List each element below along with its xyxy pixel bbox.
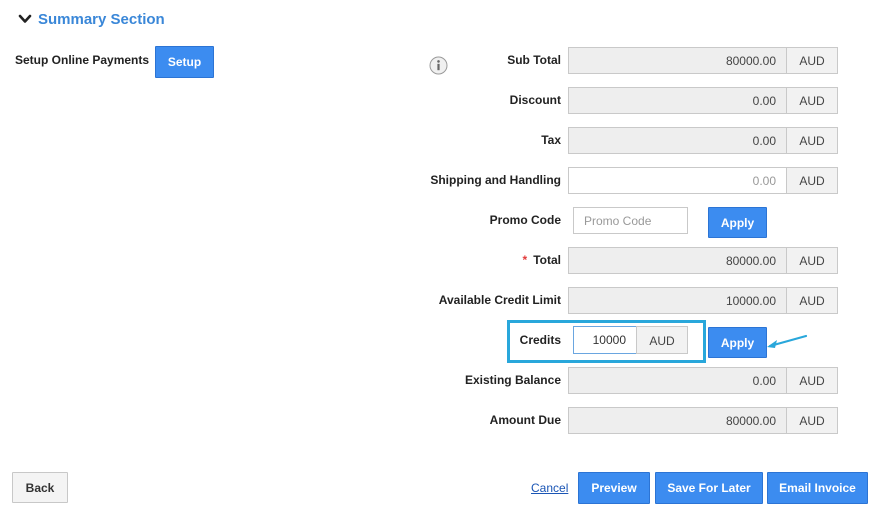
total-field: 80000.00 bbox=[568, 247, 787, 274]
tax-label: Tax bbox=[541, 133, 561, 147]
email-invoice-button[interactable]: Email Invoice bbox=[767, 472, 868, 504]
credit-limit-currency: AUD bbox=[786, 287, 838, 314]
existing-balance-currency: AUD bbox=[786, 367, 838, 394]
shipping-input[interactable]: 0.00 bbox=[568, 167, 787, 194]
summary-section-header[interactable]: Summary Section bbox=[18, 9, 165, 29]
promo-code-label: Promo Code bbox=[489, 213, 561, 227]
credit-limit-field: 10000.00 bbox=[568, 287, 787, 314]
amount-due-label: Amount Due bbox=[489, 413, 561, 427]
sub-total-label: Sub Total bbox=[507, 53, 561, 67]
apply-credits-button[interactable]: Apply bbox=[708, 327, 767, 358]
credits-label: Credits bbox=[519, 333, 561, 347]
apply-promo-button[interactable]: Apply bbox=[708, 207, 767, 238]
sub-total-currency: AUD bbox=[786, 47, 838, 74]
discount-currency: AUD bbox=[786, 87, 838, 114]
save-for-later-button[interactable]: Save For Later bbox=[655, 472, 763, 504]
amount-due-field: 80000.00 bbox=[568, 407, 787, 434]
chevron-down-icon[interactable] bbox=[18, 12, 32, 26]
discount-field: 0.00 bbox=[568, 87, 787, 114]
existing-balance-field: 0.00 bbox=[568, 367, 787, 394]
back-button[interactable]: Back bbox=[12, 472, 68, 503]
cancel-link[interactable]: Cancel bbox=[531, 481, 568, 495]
arrow-left-icon bbox=[767, 334, 808, 348]
total-label-text: Total bbox=[533, 253, 561, 267]
credits-currency: AUD bbox=[636, 326, 688, 354]
promo-code-input[interactable] bbox=[573, 207, 688, 234]
shipping-label: Shipping and Handling bbox=[430, 173, 561, 187]
discount-label: Discount bbox=[509, 93, 561, 107]
shipping-currency: AUD bbox=[786, 167, 838, 194]
credits-input[interactable] bbox=[573, 326, 637, 354]
section-title: Summary Section bbox=[38, 10, 165, 28]
setup-online-payments-label: Setup Online Payments bbox=[15, 53, 150, 67]
required-asterisk: * bbox=[522, 253, 528, 267]
setup-button[interactable]: Setup bbox=[155, 46, 214, 78]
total-label: * Total bbox=[523, 253, 561, 267]
total-currency: AUD bbox=[786, 247, 838, 274]
amount-due-currency: AUD bbox=[786, 407, 838, 434]
preview-button[interactable]: Preview bbox=[578, 472, 650, 504]
info-icon[interactable] bbox=[429, 56, 448, 75]
existing-balance-label: Existing Balance bbox=[464, 373, 561, 387]
sub-total-field: 80000.00 bbox=[568, 47, 787, 74]
tax-field: 0.00 bbox=[568, 127, 787, 154]
tax-currency: AUD bbox=[786, 127, 838, 154]
credit-limit-label: Available Credit Limit bbox=[438, 293, 561, 307]
